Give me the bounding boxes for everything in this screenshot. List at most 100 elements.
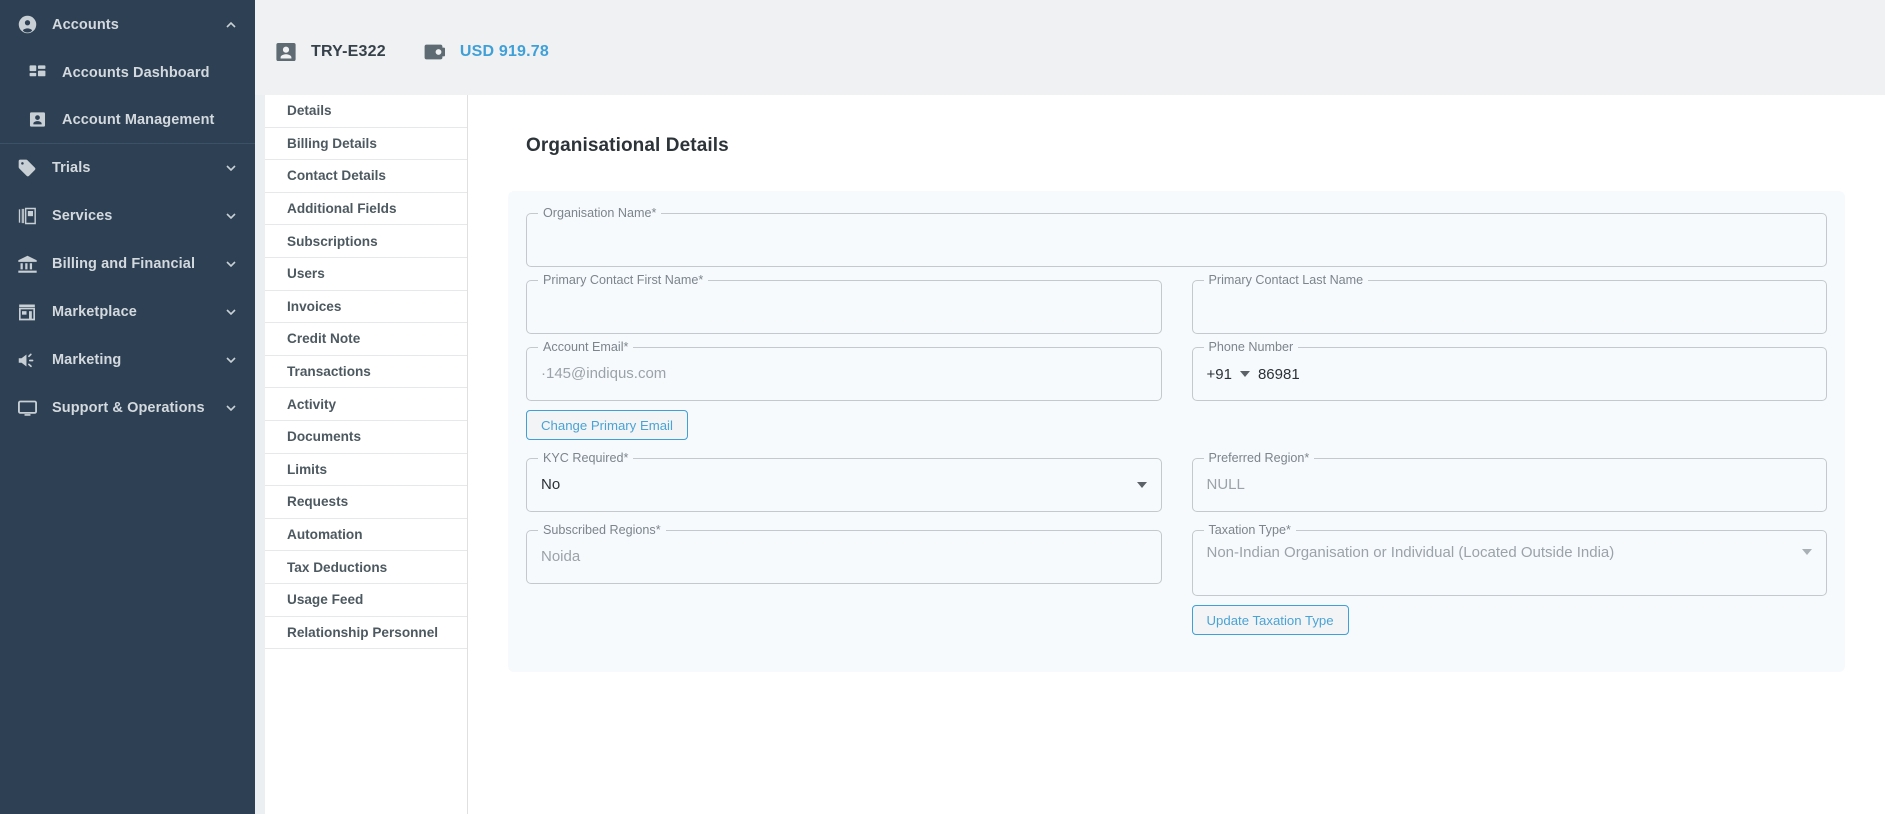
sidebar-item-label: Trials: [52, 160, 91, 176]
subnav-item-subscriptions[interactable]: Subscriptions: [265, 225, 467, 258]
user-card-icon: [273, 39, 299, 65]
sidebar-item-label: Accounts: [52, 16, 119, 33]
phone-number-field[interactable]: Phone Number +91 86981: [1191, 340, 1827, 401]
subscribed-regions-field[interactable]: Subscribed Regions* Noida: [526, 523, 1162, 584]
sidebar-item-label: Marketing: [52, 352, 122, 368]
subscribed-regions-label: Subscribed Regions*: [538, 523, 666, 538]
form-row-organisation-name: Organisation Name*: [526, 206, 1827, 267]
primary-contact-first-name-label: Primary Contact First Name*: [538, 273, 709, 288]
account-header-bar: TRY-E322 USD 919.78: [255, 0, 1885, 95]
kyc-required-label: KYC Required*: [538, 451, 634, 466]
chevron-down-icon[interactable]: [1802, 549, 1812, 555]
subnav-item-activity[interactable]: Activity: [265, 388, 467, 421]
dashboard-icon: [24, 63, 50, 82]
chevron-down-icon[interactable]: [223, 400, 239, 416]
form-col: Organisation Name*: [526, 206, 1827, 267]
subnav-item-users[interactable]: Users: [265, 257, 467, 291]
form-row-primary-contact: Primary Contact First Name* Primary Cont…: [526, 273, 1827, 334]
chevron-down-icon[interactable]: [223, 352, 239, 368]
kyc-required-select[interactable]: KYC Required* No: [526, 451, 1162, 512]
chevron-down-icon[interactable]: [223, 160, 239, 176]
subnav-item-requests[interactable]: Requests: [265, 486, 467, 519]
subnav-item-limits[interactable]: Limits: [265, 453, 467, 487]
sidebar-item-label: Services: [52, 208, 113, 224]
sidebar-item-label: Accounts Dashboard: [62, 64, 210, 81]
form-row-kyc-region: KYC Required* No Preferred Region* NULL: [526, 451, 1827, 512]
subnav-item-documents[interactable]: Documents: [265, 420, 467, 454]
sidebar-item-accounts-dashboard[interactable]: Accounts Dashboard: [0, 49, 255, 96]
page-title: Organisational Details: [526, 135, 729, 156]
subnav-item-transactions[interactable]: Transactions: [265, 355, 467, 389]
form-col: Taxation Type* Non-Indian Organisation o…: [1191, 523, 1827, 635]
form-col: Primary Contact First Name*: [526, 273, 1162, 334]
form-col: Account Email* ·145@indiqus.com Change P…: [526, 340, 1162, 440]
account-subnav: Details Billing Details Contact Details …: [265, 95, 468, 814]
account-email-field[interactable]: Account Email* ·145@indiqus.com: [526, 340, 1162, 401]
tag-icon: [14, 158, 40, 178]
primary-contact-last-name-label: Primary Contact Last Name: [1203, 273, 1369, 288]
taxation-type-label: Taxation Type*: [1203, 523, 1296, 538]
phone-country-code: +91: [1206, 365, 1232, 383]
form-col: Preferred Region* NULL: [1191, 451, 1827, 512]
organisation-name-field[interactable]: Organisation Name*: [526, 206, 1827, 267]
subnav-item-invoices[interactable]: Invoices: [265, 290, 467, 324]
phone-number-label: Phone Number: [1203, 340, 1299, 355]
sidebar-item-support-and-operations[interactable]: Support & Operations: [0, 384, 255, 432]
form-col: Subscribed Regions* Noida: [526, 523, 1162, 635]
bank-icon: [14, 254, 40, 275]
sidebar-item-services[interactable]: Services: [0, 192, 255, 240]
kyc-required-value: No: [541, 476, 561, 493]
preferred-region-value: NULL: [1206, 476, 1245, 493]
wallet-icon: [422, 39, 448, 65]
sidebar-item-label: Support & Operations: [52, 400, 205, 416]
chevron-down-icon[interactable]: [1136, 482, 1147, 488]
primary-contact-last-name-field[interactable]: Primary Contact Last Name: [1191, 273, 1827, 334]
account-balance-chip[interactable]: USD 919.78: [422, 39, 549, 65]
chevron-down-icon[interactable]: [1239, 371, 1250, 377]
form-col: Phone Number +91 86981: [1191, 340, 1827, 440]
chevron-up-icon[interactable]: [223, 17, 239, 33]
subnav-item-billing-details[interactable]: Billing Details: [265, 127, 467, 161]
account-id-text: TRY-E322: [311, 42, 386, 60]
megaphone-icon: [14, 350, 40, 371]
details-content: Organisational Details Organisation Name…: [468, 95, 1885, 814]
subnav-item-tax-deductions[interactable]: Tax Deductions: [265, 551, 467, 584]
subnav-item-credit-note[interactable]: Credit Note: [265, 323, 467, 356]
sidebar-item-marketplace[interactable]: Marketplace: [0, 288, 255, 336]
page-body: Details Billing Details Contact Details …: [255, 95, 1885, 814]
sidebar-item-marketing[interactable]: Marketing: [0, 336, 255, 384]
taxation-type-select[interactable]: Taxation Type* Non-Indian Organisation o…: [1191, 523, 1827, 596]
primary-contact-first-name-field[interactable]: Primary Contact First Name*: [526, 273, 1162, 334]
preferred-region-field[interactable]: Preferred Region* NULL: [1191, 451, 1827, 512]
app-root: Accounts Accounts Dashboard Account Mana: [0, 0, 1885, 814]
main-area: TRY-E322 USD 919.78 Details Billing Deta…: [255, 0, 1885, 814]
sidebar-item-label: Billing and Financial: [52, 256, 196, 272]
account-circle-icon: [14, 14, 40, 35]
monitor-icon: [14, 398, 40, 419]
subnav-item-usage-feed[interactable]: Usage Feed: [265, 583, 467, 617]
account-id-chip[interactable]: TRY-E322: [273, 39, 386, 65]
sidebar-item-account-management[interactable]: Account Management: [0, 96, 255, 143]
account-header-inner: TRY-E322 USD 919.78: [265, 39, 585, 65]
change-primary-email-button[interactable]: Change Primary Email: [526, 410, 688, 440]
chevron-down-icon[interactable]: [223, 256, 239, 272]
form-row-regions-taxation: Subscribed Regions* Noida Taxation Type*…: [526, 523, 1827, 635]
sidebar-item-billing-and-financial[interactable]: Billing and Financial: [0, 240, 255, 288]
update-taxation-type-button[interactable]: Update Taxation Type: [1191, 605, 1349, 635]
subnav-item-details[interactable]: Details: [265, 95, 467, 128]
chevron-down-icon[interactable]: [223, 304, 239, 320]
subnav-item-relationship-personnel[interactable]: Relationship Personnel: [265, 616, 467, 650]
store-icon: [14, 302, 40, 322]
organisation-name-label: Organisation Name*: [538, 206, 662, 221]
subnav-item-automation[interactable]: Automation: [265, 518, 467, 552]
sidebar-subitems-accounts: Accounts Dashboard Account Management: [0, 49, 255, 143]
taxation-type-value: Non-Indian Organisation or Individual (L…: [1206, 544, 1615, 561]
sidebar-item-accounts[interactable]: Accounts: [0, 0, 255, 49]
phone-number-value: 86981: [1257, 365, 1300, 383]
chevron-down-icon[interactable]: [223, 208, 239, 224]
subnav-item-contact-details[interactable]: Contact Details: [265, 160, 467, 193]
account-email-value: ·145@indiqus.com: [541, 365, 667, 382]
sidebar-item-trials[interactable]: Trials: [0, 144, 255, 192]
layers-icon: [14, 206, 40, 226]
subnav-item-additional-fields[interactable]: Additional Fields: [265, 192, 467, 226]
